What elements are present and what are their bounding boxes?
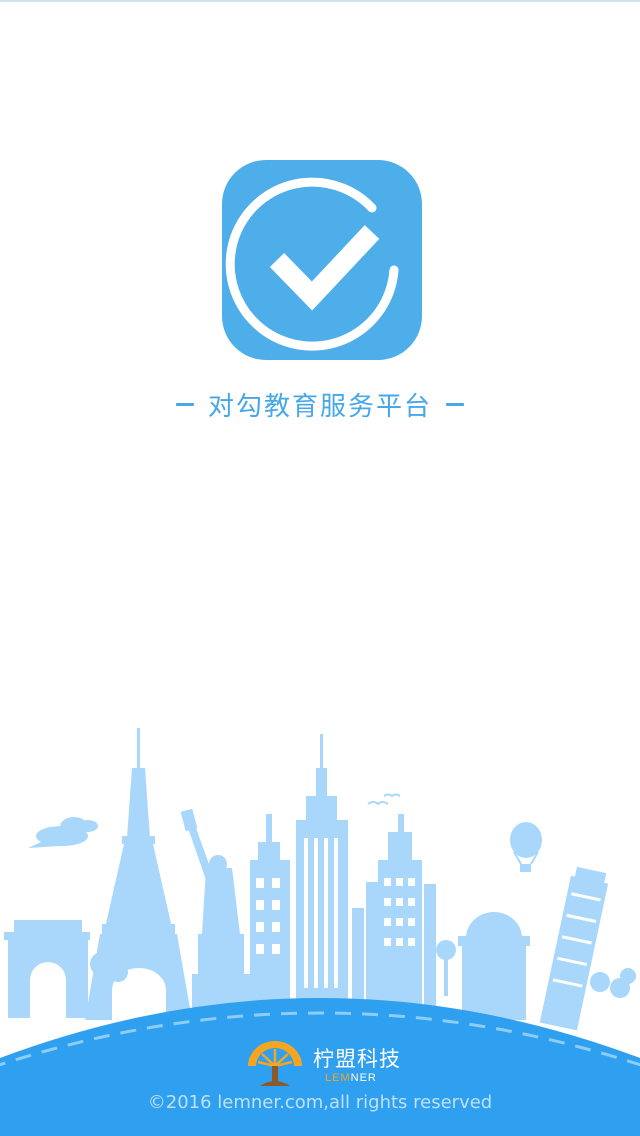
copyright-text: ©2016 lemner.com,all rights reserved [147,1092,493,1113]
dome-building [436,912,530,1020]
tagline-text: 对勾教育服务平台 [207,392,432,422]
company-name-cn: 柠盟科技 [313,1047,401,1071]
hot-air-balloon-icon [510,822,542,872]
dash-left [175,403,194,406]
birds-icon [367,793,401,806]
tagline: 对勾教育服务平台 [0,386,640,423]
checkmark-circle-icon [222,160,422,360]
city-skyline-illustration [0,728,640,1136]
statue-of-liberty [180,808,250,1020]
leaning-tower [539,866,609,1031]
splash-screen: 对勾教育服务平台 柠盟科技 LEMNER ©2016 lemner.com,al… [0,0,640,1136]
company-name-en: LEMNER [325,1072,377,1084]
office-tower [352,814,436,1020]
top-divider [0,0,640,2]
dash-right [446,403,464,406]
lemner-tree-logo-icon [248,1041,302,1086]
skyscraper-left [250,814,290,1020]
empire-state-building [296,734,348,1020]
company-name-en-part2: NER [350,1072,377,1084]
company-name-en-part1: LEM [325,1072,351,1084]
cloud-icon [28,817,98,848]
